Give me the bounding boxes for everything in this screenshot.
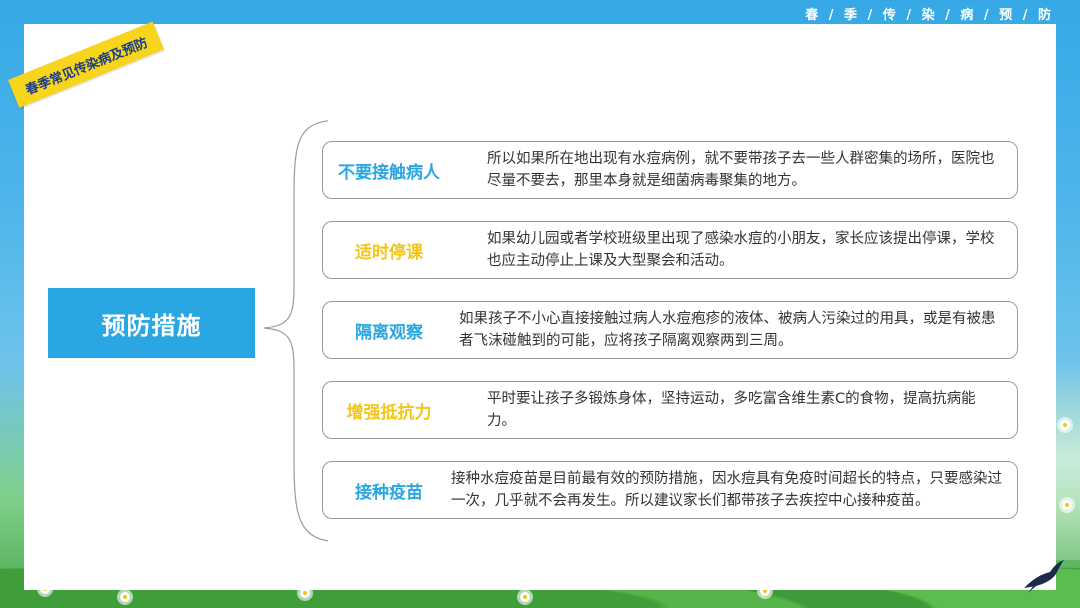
measure-description: 接种水痘疫苗是目前最有效的预防措施，因水痘具有免疫时间超长的特点，只要感染过一次…	[451, 471, 1002, 509]
flower-icon	[520, 592, 530, 602]
measure-item-suspend-class: 适时停课 如果幼儿园或者学校班级里出现了感染水痘的小朋友，家长应该提出停课，学校…	[322, 221, 1018, 279]
measure-description: 平时要让孩子多锻炼身体，坚持运动，多吃富含维生素C的食物，提高抗病能力。	[487, 391, 976, 429]
main-topic-box: 预防措施	[48, 288, 255, 358]
measure-description: 如果幼儿园或者学校班级里出现了感染水痘的小朋友，家长应该提出停课，学校也应主动停…	[487, 231, 995, 269]
flower-icon	[1060, 420, 1070, 430]
measure-item-immunity: 增强抵抗力 平时要让孩子多锻炼身体，坚持运动，多吃富含维生素C的食物，提高抗病能…	[322, 381, 1018, 439]
measure-title: 隔离观察	[355, 322, 423, 343]
measure-title: 增强抵抗力	[346, 402, 432, 423]
measure-description: 所以如果所在地出现有水痘病例，就不要带孩子去一些人群密集的场所，医院也尽量不要去…	[487, 151, 995, 189]
measure-title: 适时停课	[355, 242, 423, 263]
flower-icon	[120, 592, 130, 602]
measure-title: 不要接触病人	[338, 162, 440, 183]
measure-description: 如果孩子不小心直接接触过病人水痘疱疹的液体、被病人污染过的用具，或是有被患者飞沫…	[459, 311, 996, 349]
measure-item-vaccination: 接种疫苗 接种水痘疫苗是目前最有效的预防措施，因水痘具有免疫时间超长的特点，只要…	[322, 461, 1018, 519]
brace-connector	[263, 120, 328, 542]
header-title: 春 / 季 / 传 / 染 / 病 / 预 / 防	[805, 8, 1054, 23]
measure-title: 接种疫苗	[355, 482, 423, 503]
flower-icon	[1062, 500, 1072, 510]
measure-item-isolation: 隔离观察 如果孩子不小心直接接触过病人水痘疱疹的液体、被病人污染过的用具，或是有…	[322, 301, 1018, 359]
measure-item-no-contact: 不要接触病人 所以如果所在地出现有水痘病例，就不要带孩子去一些人群密集的场所，医…	[322, 141, 1018, 199]
swallow-icon	[1024, 560, 1064, 593]
